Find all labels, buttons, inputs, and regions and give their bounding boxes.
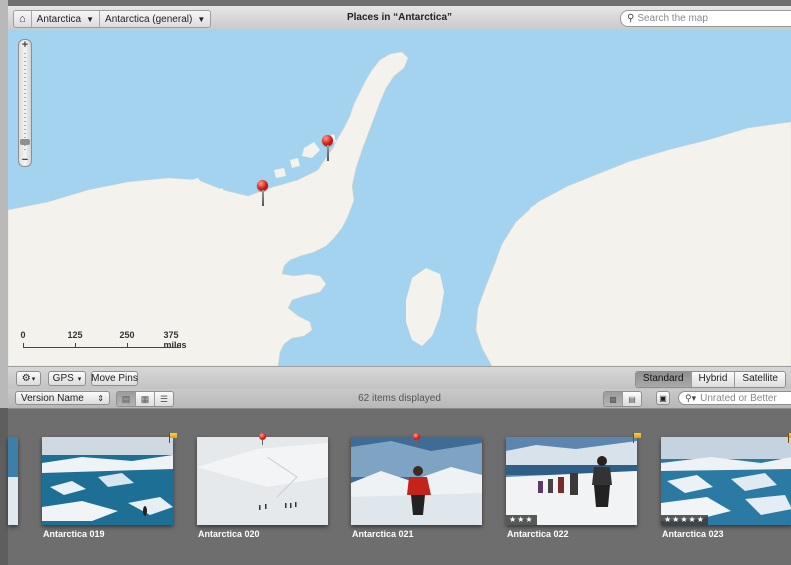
scale-label: 250 <box>119 330 135 340</box>
window-edge-bottom <box>0 408 8 565</box>
scale-tick <box>75 343 76 347</box>
grid-view-icon[interactable]: ▦ <box>135 392 154 406</box>
places-header: ⌂ Antarctica ▼ Antarctica (general) ▼ Pl… <box>8 6 791 31</box>
filter-search[interactable]: ⚲▾ Unrated or Better <box>678 391 791 405</box>
flag-icon <box>632 433 642 443</box>
map-type-selector: Standard Hybrid Satellite <box>634 371 786 388</box>
action-menu-button[interactable]: ⚙ ▾ <box>16 371 41 386</box>
photo-label: Antarctica 021 <box>352 529 414 539</box>
breadcrumb-item-label: Antarctica <box>36 13 82 25</box>
zoom-slider[interactable]: + − <box>18 39 32 167</box>
map-type-standard[interactable]: Standard <box>635 372 691 387</box>
zoom-track[interactable] <box>24 53 26 151</box>
photo-image <box>351 437 482 525</box>
map-search-input[interactable] <box>637 13 778 24</box>
filter-icon: ▣ <box>659 393 667 403</box>
photo-thumbnail[interactable] <box>351 437 482 525</box>
map-scale: 0 125 250 375 miles <box>20 330 190 354</box>
map-toolbar: ⚙ ▾ GPS ▾ Move Pins Standard Hybrid Satell… <box>8 366 791 389</box>
layout-selector: ▩ ▤ <box>603 391 642 407</box>
land-peninsula <box>8 51 409 366</box>
chevron-down-icon: ▼ <box>86 14 95 24</box>
photo-image <box>197 437 328 525</box>
island <box>290 158 300 168</box>
scale-label: 0 <box>20 330 26 340</box>
chevron-down-icon: ▾ <box>77 375 82 383</box>
photo-label: Antarctica 022 <box>507 529 569 539</box>
scale-tick <box>127 343 128 347</box>
chevron-down-icon: ▼ <box>197 14 206 24</box>
house-icon: ⌂ <box>19 13 26 25</box>
photo-label: Antarctica 023 <box>662 529 724 539</box>
gps-button-label: GPS <box>52 373 74 384</box>
sort-select-value: Version Name <box>21 392 84 404</box>
photo-thumbnail[interactable]: ★★★ <box>506 437 637 525</box>
flag-icon <box>787 433 791 443</box>
browser-toolbar: Version Name ⇕ ▤ ▦ ☰ 62 items displayed … <box>8 389 791 409</box>
photo-image <box>42 437 173 525</box>
map-type-satellite[interactable]: Satellite <box>734 372 785 387</box>
map-view[interactable]: + − 0 125 250 375 miles <box>8 30 791 366</box>
map-pin-antarctica-021[interactable] <box>322 135 334 161</box>
photo-thumbnail[interactable]: ★★★★★ <box>661 437 791 525</box>
updown-arrows-icon: ⇕ <box>97 393 104 403</box>
photo-thumbnail[interactable] <box>42 437 173 525</box>
app-window: ⌂ Antarctica ▼ Antarctica (general) ▼ Pl… <box>0 0 791 565</box>
map-pin-icon <box>259 433 267 445</box>
search-icon: ⚲ <box>627 13 635 24</box>
map-type-hybrid[interactable]: Hybrid <box>690 372 735 387</box>
breadcrumb-home[interactable]: ⌂ <box>14 11 31 27</box>
map-canvas <box>8 51 791 366</box>
filmstrip-view-icon[interactable]: ▤ <box>117 392 135 406</box>
photo-image <box>506 437 637 525</box>
gear-icon: ⚙ <box>21 373 31 384</box>
flag-icon <box>168 433 178 443</box>
map-pin-icon <box>413 433 421 445</box>
view-mode-selector: ▤ ▦ ☰ <box>116 391 174 407</box>
island <box>302 142 320 158</box>
land-mainland <box>475 121 791 366</box>
zoom-out-button[interactable]: − <box>19 155 31 166</box>
scale-bar <box>23 343 181 348</box>
search-icon: ⚲▾ <box>685 392 697 403</box>
photo-image <box>661 437 791 525</box>
photo-label: Antarctica 020 <box>198 529 260 539</box>
chevron-down-icon: ▾ <box>31 375 36 383</box>
zoom-thumb[interactable] <box>20 138 30 145</box>
gps-button[interactable]: GPS ▾ <box>48 371 86 386</box>
filter-hud-button[interactable]: ▣ <box>656 391 670 405</box>
split-layout-icon[interactable]: ▤ <box>622 392 641 406</box>
breadcrumb-item-antarctica-general[interactable]: Antarctica (general) ▼ <box>99 11 210 27</box>
filter-placeholder: Unrated or Better <box>700 392 777 404</box>
island <box>274 168 286 178</box>
map-search[interactable]: ⚲ <box>620 10 791 27</box>
scale-label: 125 <box>67 330 83 340</box>
browser-layout-icon[interactable]: ▩ <box>604 392 622 406</box>
photo-thumbnail-partial[interactable] <box>8 437 18 525</box>
star-rating: ★★★★★ <box>661 515 708 525</box>
breadcrumb-item-antarctica[interactable]: Antarctica ▼ <box>30 11 99 27</box>
pin-needle <box>262 190 264 206</box>
sort-select[interactable]: Version Name ⇕ <box>15 391 110 405</box>
list-view-icon[interactable]: ☰ <box>154 392 173 406</box>
move-pins-button[interactable]: Move Pins <box>91 371 138 386</box>
photo-label: Antarctica 019 <box>43 529 105 539</box>
photo-thumbnail[interactable] <box>197 437 328 525</box>
breadcrumb-item-label: Antarctica (general) <box>105 13 193 25</box>
island-large <box>406 268 444 346</box>
pin-needle <box>327 145 329 161</box>
photo-image <box>8 437 18 525</box>
zoom-in-button[interactable]: + <box>19 40 31 51</box>
breadcrumb: ⌂ Antarctica ▼ Antarctica (general) ▼ <box>13 10 212 28</box>
map-pin-antarctica-020[interactable] <box>257 180 269 206</box>
star-rating: ★★★ <box>506 515 537 525</box>
photo-browser: Antarctica 019 Antarctica 020 Antarctica… <box>8 409 791 565</box>
